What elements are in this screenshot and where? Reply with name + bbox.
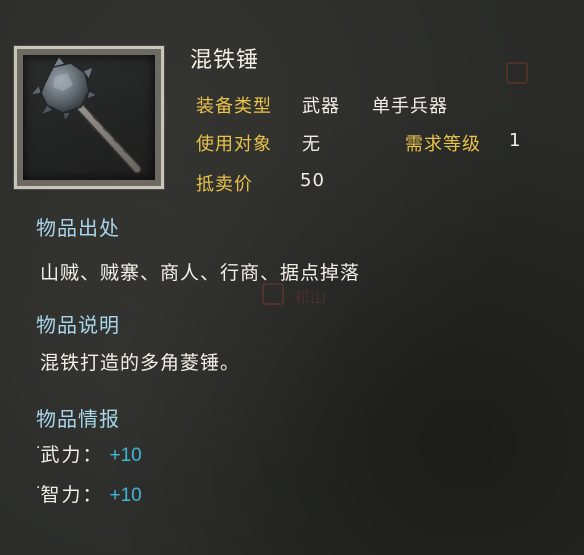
price-value: 50 [300,170,325,191]
background-seal-icon [262,283,284,305]
stat-value: +10 [109,445,142,466]
item-icon-frame [13,45,165,190]
stat-name: 武力 [40,444,83,466]
stat-name: 智力 [40,484,83,506]
description-title: 物品说明 [36,313,120,337]
item-name: 混铁锤 [190,48,260,73]
background-watermark: 祁山 [294,288,327,307]
source-title: 物品出处 [36,216,120,240]
source-text: 山贼、贼寨、商人、行商、据点掉落 [40,262,361,284]
stat-row-intelligence: ·智力： +10 [36,480,142,507]
equip-type-label: 装备类型 [196,96,272,117]
level-label: 需求等级 [405,134,481,155]
iron-mace-icon [29,56,142,174]
item-icon-slot [23,55,155,180]
stat-separator: ： [82,484,102,506]
item-tooltip-panel: 祁山 混铁锤 装备类型 武器 单手兵器 使用对象 无 需求等级 1 抵卖价 50… [0,0,584,555]
intel-title: 物品情报 [36,407,120,431]
equip-type-value: 武器 [302,96,340,117]
background-seal-icon [506,62,528,84]
stat-value: +10 [109,485,142,506]
target-value: 无 [302,134,321,155]
level-value: 1 [509,130,522,151]
description-text: 混铁打造的多角菱锤。 [40,352,241,374]
stat-separator: ： [82,444,102,466]
equip-subtype-value: 单手兵器 [372,96,448,117]
target-label: 使用对象 [196,134,272,155]
stat-row-strength: ·武力： +10 [36,440,142,467]
price-label: 抵卖价 [196,174,253,195]
